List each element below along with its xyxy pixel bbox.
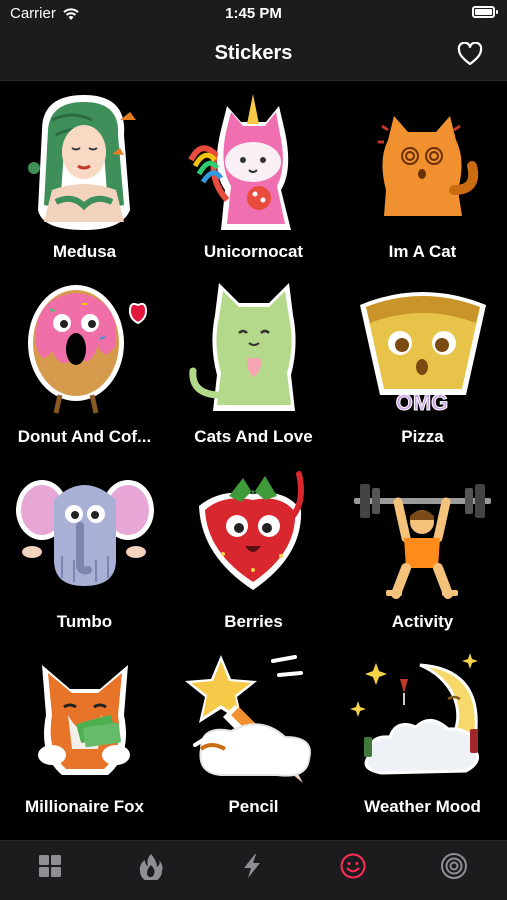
- tab-trending[interactable]: [101, 841, 202, 900]
- tab-bar: [0, 840, 507, 900]
- activity-sticker-image: [354, 484, 491, 599]
- sticker-pack-weather-mood[interactable]: Weather Mood: [338, 639, 507, 824]
- tab-grid[interactable]: [0, 841, 101, 900]
- sticker-pack-label: Unicornocat: [203, 242, 304, 261]
- navigation-bar: Stickers: [0, 28, 507, 81]
- sticker-pack-label: Im A Cat: [388, 242, 457, 261]
- tumbo-sticker-image: [16, 480, 154, 586]
- sticker-pack-tumbo[interactable]: Tumbo: [0, 454, 169, 639]
- tab-target[interactable]: [404, 841, 505, 900]
- berries-sticker-image: [199, 471, 304, 590]
- sticker-pack-pencil[interactable]: Pencil: [169, 639, 338, 824]
- weather-mood-sticker-image: [350, 653, 480, 775]
- sticker-pack-label: Cats And Love: [194, 427, 313, 446]
- sticker-pack-im-a-cat[interactable]: Im A Cat: [338, 84, 507, 269]
- sticker-pack-berries[interactable]: Berries: [169, 454, 338, 639]
- sticker-pack-label: Pizza: [401, 427, 444, 446]
- sticker-pack-label: Weather Mood: [364, 797, 481, 816]
- target-icon: [441, 853, 467, 879]
- sticker-pack-label: Pencil: [228, 797, 279, 816]
- im-a-cat-sticker-image: [378, 116, 479, 216]
- sticker-pack-cats-and-love[interactable]: Cats And Love: [169, 269, 338, 454]
- status-time: 1:45 PM: [225, 5, 282, 22]
- sticker-pack-label: Activity: [391, 612, 454, 631]
- status-bar: Carrier 1:45 PM: [0, 0, 507, 28]
- sticker-pack-label: Berries: [224, 612, 283, 631]
- sticker-pack-activity[interactable]: Activity: [338, 454, 507, 639]
- svg-text:OMG: OMG: [396, 390, 449, 415]
- flame-icon: [139, 854, 163, 880]
- pizza-sticker-image: OMG: [360, 292, 486, 416]
- sticker-pack-label: Medusa: [52, 242, 117, 261]
- sticker-pack-label: Donut And Cof...: [17, 427, 152, 446]
- sticker-pack-unicornocat[interactable]: Unicornocat: [169, 84, 338, 269]
- sticker-pack-pizza[interactable]: OMG Pizza: [338, 269, 507, 454]
- grid-icon: [39, 855, 61, 877]
- lightning-icon: [244, 854, 260, 878]
- favorites-heart-button[interactable]: [457, 42, 483, 66]
- unicornocat-sticker-image: [188, 94, 291, 230]
- sticker-pack-millionaire-fox[interactable]: Millionaire Fox: [0, 639, 169, 824]
- donut-sticker-image: [28, 285, 148, 414]
- tab-stickers[interactable]: [303, 841, 404, 900]
- sticker-pack-label: Millionaire Fox: [24, 797, 145, 816]
- medusa-sticker-image: [28, 95, 136, 230]
- pencil-sticker-image: [185, 655, 311, 783]
- smiley-icon: [340, 853, 366, 879]
- battery-icon: [472, 6, 498, 18]
- tab-energy[interactable]: [202, 841, 303, 900]
- page-title: Stickers: [214, 42, 293, 64]
- sticker-pack-label: Tumbo: [56, 612, 113, 631]
- cats-and-love-sticker-image: [189, 283, 296, 411]
- millionaire-fox-sticker-image: [38, 665, 130, 775]
- sticker-pack-donut-and-coffee[interactable]: Donut And Cof...: [0, 269, 169, 454]
- sticker-pack-medusa[interactable]: Medusa: [0, 84, 169, 269]
